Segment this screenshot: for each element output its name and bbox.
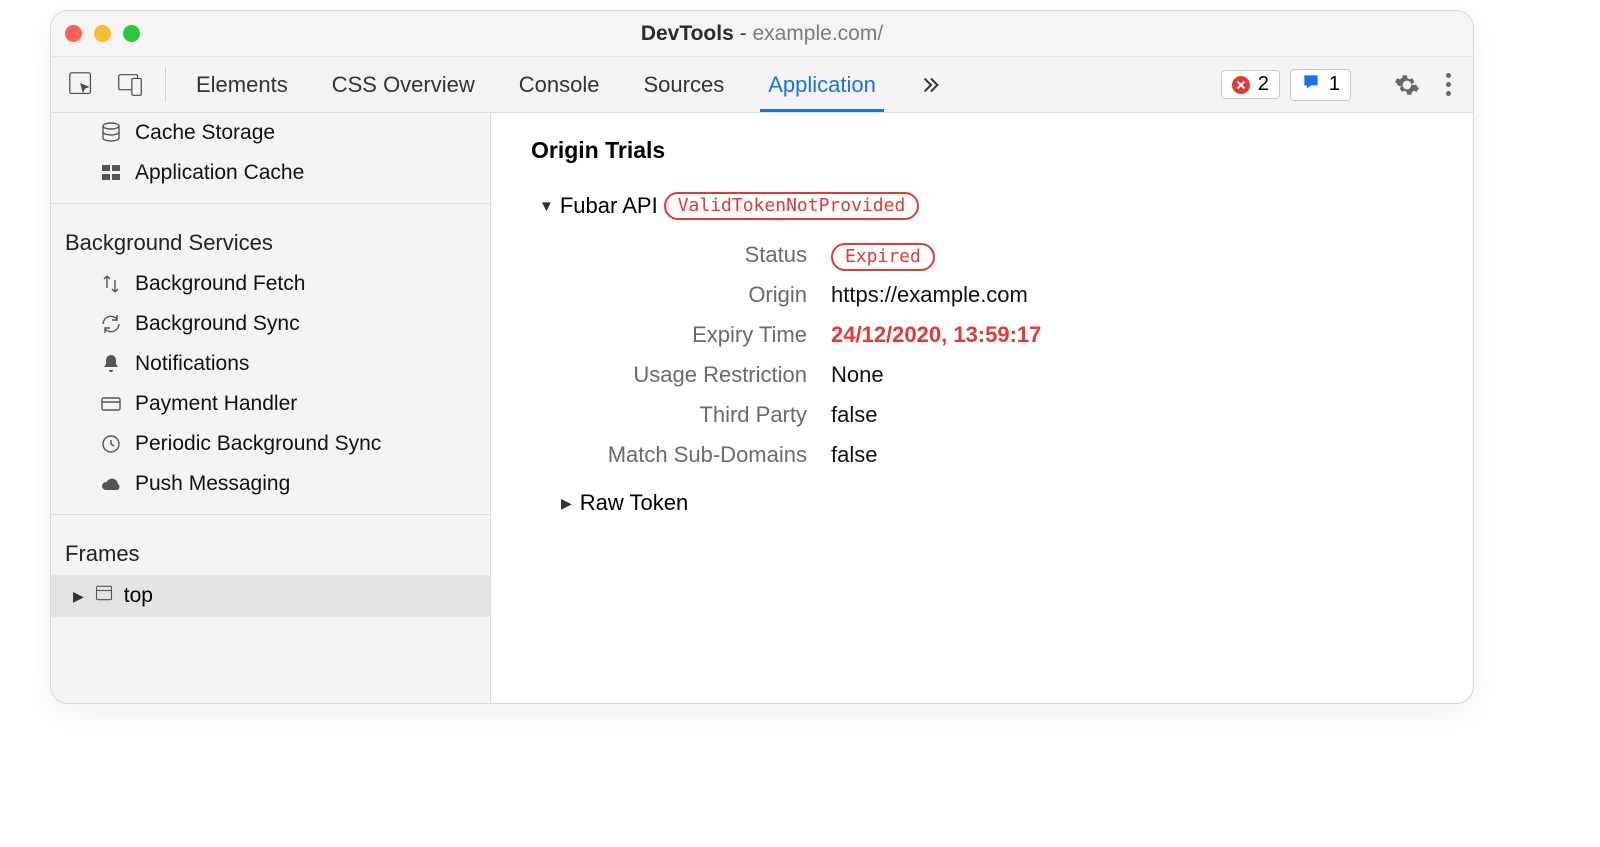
detail-value: None bbox=[831, 362, 884, 388]
messages-count: 1 bbox=[1329, 73, 1340, 96]
detail-row-origin: Origin https://example.com bbox=[591, 282, 1433, 308]
sync-icon bbox=[99, 312, 123, 336]
sidebar-group-background-services: Background Services bbox=[51, 204, 490, 264]
triangle-down-icon: ▼ bbox=[539, 198, 554, 215]
device-toolbar-button[interactable] bbox=[109, 66, 151, 104]
sidebar-item-application-cache[interactable]: Application Cache bbox=[51, 153, 490, 193]
window-titlebar: DevTools - example.com/ bbox=[51, 11, 1473, 57]
chevron-double-right-icon bbox=[920, 74, 942, 96]
close-window-button[interactable] bbox=[65, 25, 82, 42]
frames-top-item[interactable]: ▶ top bbox=[51, 575, 490, 617]
detail-row-expiry: Expiry Time 24/12/2020, 13:59:17 bbox=[591, 322, 1433, 348]
triangle-right-icon: ▶ bbox=[561, 495, 572, 512]
message-icon bbox=[1301, 72, 1321, 98]
tab-sources[interactable]: Sources bbox=[621, 57, 746, 112]
triangle-right-icon: ▶ bbox=[73, 588, 84, 605]
detail-row-usage: Usage Restriction None bbox=[591, 362, 1433, 388]
cloud-icon bbox=[99, 472, 123, 496]
gear-icon bbox=[1394, 72, 1420, 98]
sidebar-item-background-sync[interactable]: Background Sync bbox=[51, 304, 490, 344]
detail-row-thirdparty: Third Party false bbox=[591, 402, 1433, 428]
toolbar-divider bbox=[165, 67, 166, 102]
origin-trial-entry[interactable]: ▼ Fubar API ValidTokenNotProvided bbox=[539, 192, 1433, 220]
frame-icon bbox=[94, 583, 114, 609]
card-icon bbox=[99, 392, 123, 416]
panel-body: Cache Storage Application Cache Backgrou… bbox=[51, 113, 1473, 703]
token-status-badge: ValidTokenNotProvided bbox=[664, 192, 920, 220]
window-title-app: DevTools bbox=[641, 22, 734, 45]
tab-css-overview[interactable]: CSS Overview bbox=[310, 57, 497, 112]
devtools-window: DevTools - example.com/ Elements CSS Ove… bbox=[50, 10, 1474, 704]
errors-count: 2 bbox=[1258, 73, 1269, 96]
raw-token-toggle[interactable]: ▶ Raw Token bbox=[561, 490, 1433, 516]
detail-value: https://example.com bbox=[831, 282, 1028, 308]
sidebar-item-cache-storage[interactable]: Cache Storage bbox=[51, 113, 490, 153]
application-sidebar: Cache Storage Application Cache Backgrou… bbox=[51, 113, 491, 703]
minimize-window-button[interactable] bbox=[94, 25, 111, 42]
tab-console[interactable]: Console bbox=[497, 57, 622, 112]
settings-button[interactable] bbox=[1388, 68, 1426, 102]
updown-icon bbox=[99, 272, 123, 296]
clock-icon bbox=[99, 432, 123, 456]
status-badge: Expired bbox=[831, 243, 935, 271]
sidebar-item-periodic-background-sync[interactable]: Periodic Background Sync bbox=[51, 424, 490, 464]
sidebar-item-label: Payment Handler bbox=[135, 392, 297, 416]
tab-strip: Elements CSS Overview Console Sources Ap… bbox=[174, 57, 964, 112]
frames-top-label: top bbox=[124, 584, 153, 608]
detail-value: false bbox=[831, 442, 877, 468]
sidebar-item-label: Periodic Background Sync bbox=[135, 432, 381, 456]
messages-chip[interactable]: 1 bbox=[1290, 69, 1351, 101]
origin-trial-details: Status Expired Origin https://example.co… bbox=[591, 242, 1433, 468]
detail-value-expiry: 24/12/2020, 13:59:17 bbox=[831, 322, 1041, 348]
maximize-window-button[interactable] bbox=[123, 25, 140, 42]
tab-application[interactable]: Application bbox=[746, 57, 898, 112]
grid-icon bbox=[99, 161, 123, 185]
sidebar-item-label: Application Cache bbox=[135, 161, 304, 185]
db-stack-icon bbox=[99, 121, 123, 145]
detail-row-subdomains: Match Sub-Domains false bbox=[591, 442, 1433, 468]
window-title-site: example.com/ bbox=[752, 22, 883, 45]
detail-label: Match Sub-Domains bbox=[591, 442, 831, 468]
detail-label: Usage Restriction bbox=[591, 362, 831, 388]
sidebar-group-frames: Frames bbox=[51, 515, 490, 575]
sidebar-item-label: Notifications bbox=[135, 352, 249, 376]
detail-value: false bbox=[831, 402, 877, 428]
sidebar-item-payment-handler[interactable]: Payment Handler bbox=[51, 384, 490, 424]
window-title: DevTools - example.com/ bbox=[51, 22, 1473, 46]
inspect-element-button[interactable] bbox=[61, 66, 103, 104]
detail-label: Third Party bbox=[591, 402, 831, 428]
section-title: Origin Trials bbox=[531, 137, 1433, 164]
sidebar-item-background-fetch[interactable]: Background Fetch bbox=[51, 264, 490, 304]
raw-token-label: Raw Token bbox=[580, 490, 688, 516]
sidebar-item-notifications[interactable]: Notifications bbox=[51, 344, 490, 384]
more-tabs-button[interactable] bbox=[898, 57, 964, 112]
sidebar-item-push-messaging[interactable]: Push Messaging bbox=[51, 464, 490, 504]
sidebar-item-label: Push Messaging bbox=[135, 472, 290, 496]
errors-chip[interactable]: 2 bbox=[1221, 70, 1280, 99]
devices-icon bbox=[115, 70, 145, 100]
bell-icon bbox=[99, 352, 123, 376]
origin-trials-panel: Origin Trials ▼ Fubar API ValidTokenNotP… bbox=[491, 113, 1473, 703]
detail-label: Status bbox=[591, 242, 831, 268]
detail-label: Expiry Time bbox=[591, 322, 831, 348]
error-icon bbox=[1232, 76, 1250, 94]
more-options-button[interactable] bbox=[1436, 67, 1461, 102]
inspect-pointer-icon bbox=[67, 70, 97, 100]
detail-row-status: Status Expired bbox=[591, 242, 1433, 268]
devtools-toolbar: Elements CSS Overview Console Sources Ap… bbox=[51, 57, 1473, 113]
detail-label: Origin bbox=[591, 282, 831, 308]
sidebar-item-label: Background Sync bbox=[135, 312, 300, 336]
tab-elements[interactable]: Elements bbox=[174, 57, 310, 112]
sidebar-item-label: Background Fetch bbox=[135, 272, 305, 296]
origin-trial-name: Fubar API bbox=[560, 193, 658, 219]
traffic-lights bbox=[65, 25, 140, 42]
sidebar-item-label: Cache Storage bbox=[135, 121, 275, 145]
